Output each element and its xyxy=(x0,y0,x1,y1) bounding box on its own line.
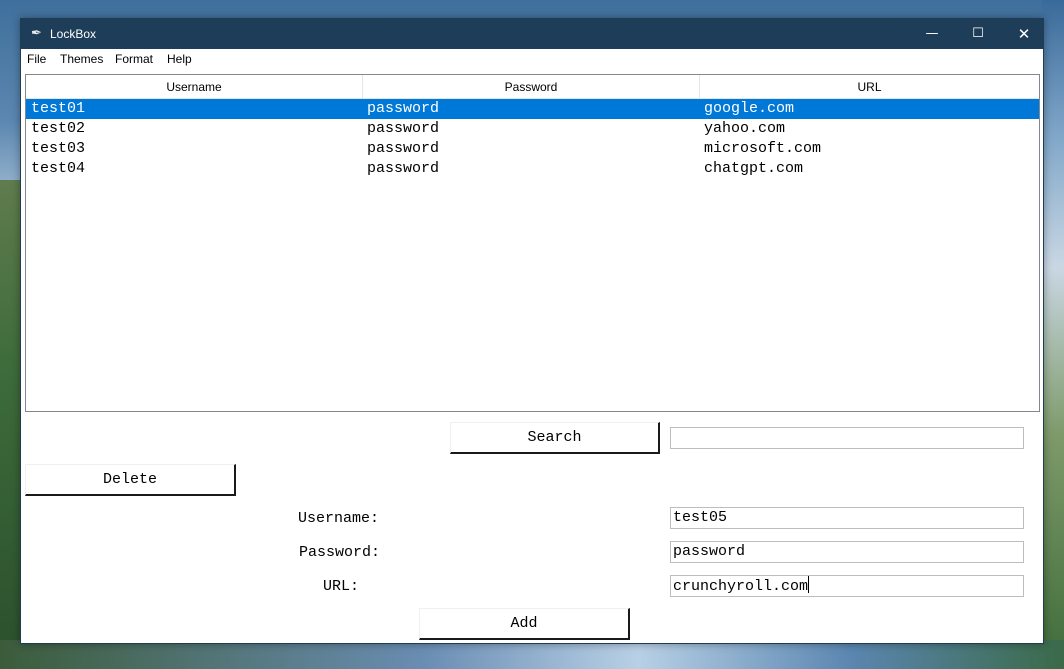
password-label: Password: xyxy=(299,544,381,561)
feather-icon: ✒ xyxy=(31,26,42,41)
search-input[interactable] xyxy=(670,427,1024,449)
window-title: LockBox xyxy=(50,27,97,41)
desktop-wallpaper-left xyxy=(0,180,22,669)
column-header-password[interactable]: Password xyxy=(363,75,700,99)
desktop-wallpaper-right xyxy=(1042,0,1064,669)
url-field[interactable]: crunchyroll.com xyxy=(670,575,1024,597)
menu-bar: File Themes Format Help xyxy=(21,49,1043,69)
add-button[interactable]: Add xyxy=(419,608,630,640)
cell-password: password xyxy=(367,160,440,177)
table-row[interactable]: test01 password google.com xyxy=(26,99,1039,119)
url-value: crunchyroll.com xyxy=(673,578,809,595)
desktop-wallpaper-bottom xyxy=(0,640,1064,669)
username-value: test05 xyxy=(673,509,728,526)
menu-file[interactable]: File xyxy=(27,49,46,69)
app-window: ✒ LockBox — ☐ ✕ File Themes Format Help … xyxy=(20,18,1044,644)
title-bar[interactable]: ✒ LockBox — ☐ ✕ xyxy=(21,19,1043,49)
cell-password: password xyxy=(367,140,440,157)
menu-help[interactable]: Help xyxy=(167,49,192,69)
cell-username: test01 xyxy=(31,100,86,117)
column-header-username[interactable]: Username xyxy=(26,75,363,99)
table-row[interactable]: test02 password yahoo.com xyxy=(26,119,1039,139)
credentials-table[interactable]: Username Password URL test01 password go… xyxy=(25,74,1040,412)
cell-username: test03 xyxy=(31,140,86,157)
username-field[interactable]: test05 xyxy=(670,507,1024,529)
cell-password: password xyxy=(367,120,440,137)
table-row[interactable]: test03 password microsoft.com xyxy=(26,139,1039,159)
maximize-button[interactable]: ☐ xyxy=(955,19,1001,49)
username-label: Username: xyxy=(298,510,380,527)
menu-format[interactable]: Format xyxy=(115,49,153,69)
menu-themes[interactable]: Themes xyxy=(60,49,103,69)
minimize-button[interactable]: — xyxy=(909,19,955,49)
cell-password: password xyxy=(367,100,440,117)
password-field[interactable]: password xyxy=(670,541,1024,563)
url-label: URL: xyxy=(323,578,360,595)
password-value: password xyxy=(673,543,746,560)
cell-url: google.com xyxy=(704,100,795,117)
table-header: Username Password URL xyxy=(26,75,1039,99)
table-row[interactable]: test04 password chatgpt.com xyxy=(26,159,1039,179)
delete-button[interactable]: Delete xyxy=(25,464,236,496)
text-caret xyxy=(808,576,810,593)
cell-username: test04 xyxy=(31,160,86,177)
close-button[interactable]: ✕ xyxy=(1001,19,1047,49)
search-button[interactable]: Search xyxy=(450,422,660,454)
cell-username: test02 xyxy=(31,120,86,137)
column-header-url[interactable]: URL xyxy=(700,75,1039,99)
cell-url: microsoft.com xyxy=(704,140,822,157)
cell-url: chatgpt.com xyxy=(704,160,804,177)
cell-url: yahoo.com xyxy=(704,120,786,137)
